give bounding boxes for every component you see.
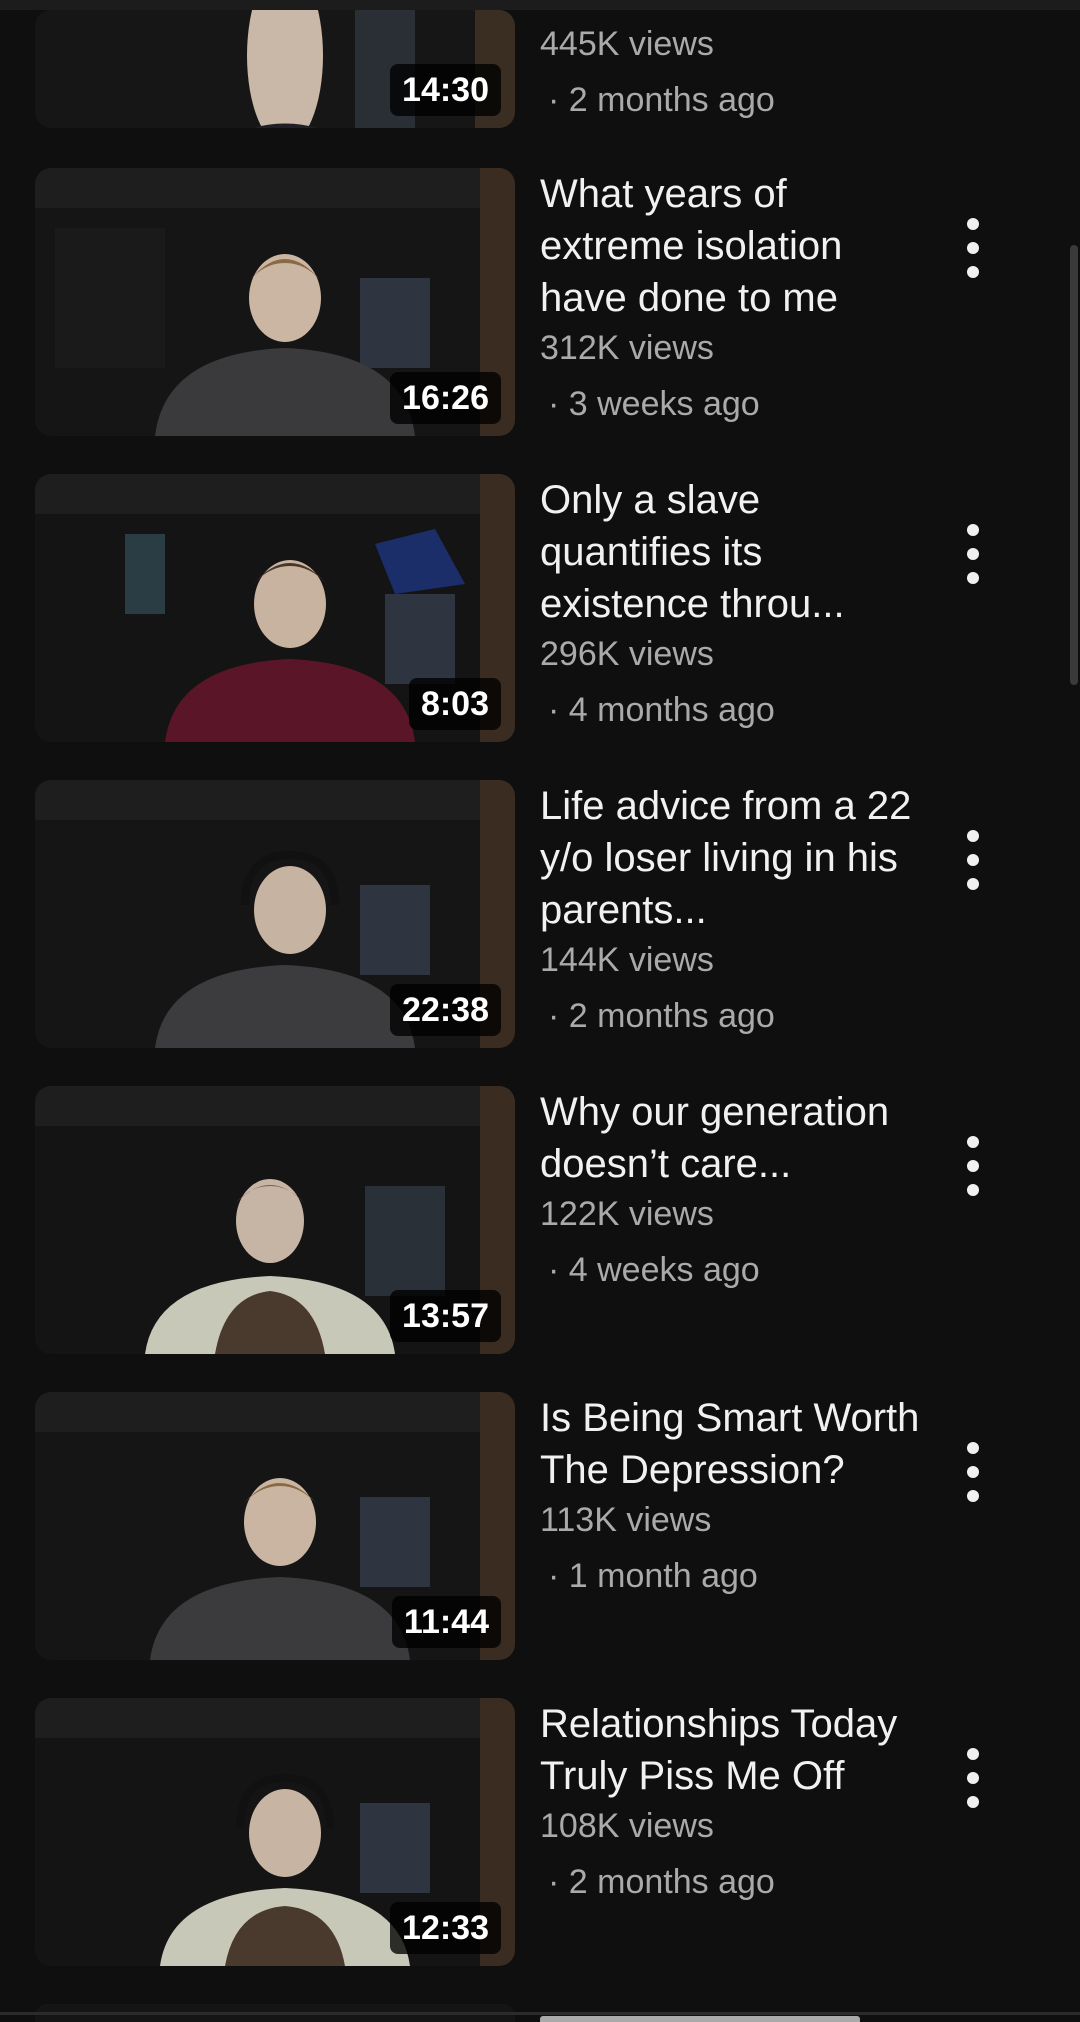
video-duration: 11:44 <box>391 1596 501 1648</box>
video-title[interactable]: Why our generation doesn’t care... <box>540 1086 920 1190</box>
video-meta: Why our generation doesn’t care... 122K … <box>540 1086 920 1292</box>
video-meta: What years of extreme isolation have don… <box>540 168 920 426</box>
video-meta: Only a slave quantifies its existence th… <box>540 474 920 732</box>
more-options-icon[interactable] <box>955 524 991 584</box>
video-thumbnail[interactable]: 22:38 <box>35 780 515 1048</box>
video-views: 144K views <box>540 941 714 979</box>
video-meta: 445K views · 2 months ago <box>540 20 920 122</box>
video-thumbnail[interactable]: 12:33 <box>35 1698 515 1966</box>
video-meta: Life advice from a 22 y/o loser living i… <box>540 780 920 1038</box>
more-options-icon[interactable] <box>955 830 991 890</box>
bottom-divider <box>0 2012 1080 2015</box>
video-row[interactable]: 8:03 Only a slave quantifies its existen… <box>0 474 1080 780</box>
video-duration: 12:33 <box>390 1902 501 1954</box>
more-options-icon[interactable] <box>955 1442 991 1502</box>
video-row[interactable]: 16:26 What years of extreme isolation ha… <box>0 168 1080 474</box>
video-views: 312K views <box>540 329 714 367</box>
video-age: · 2 months ago <box>548 81 775 119</box>
video-age: · 2 months ago <box>548 997 775 1035</box>
video-age: · 1 month ago <box>548 1557 758 1595</box>
video-duration: 22:38 <box>390 984 501 1036</box>
video-age: · 2 months ago <box>548 1863 775 1901</box>
video-thumbnail[interactable]: 16:26 <box>35 168 515 436</box>
video-duration: 8:03 <box>408 678 501 730</box>
video-thumbnail[interactable]: 13:57 <box>35 1086 515 1354</box>
video-duration: 16:26 <box>390 372 501 424</box>
video-age: · 4 weeks ago <box>548 1251 760 1289</box>
video-views: 296K views <box>540 635 714 673</box>
video-meta: Is Being Smart Worth The Depression? 113… <box>540 1392 920 1598</box>
video-thumbnail[interactable]: 11:44 <box>35 1392 515 1660</box>
video-title[interactable]: Relationships Today Truly Piss Me Off <box>540 1698 920 1802</box>
video-row[interactable]: 11:44 Is Being Smart Worth The Depressio… <box>0 1392 1080 1698</box>
video-title[interactable]: Only a slave quantifies its existence th… <box>540 474 920 630</box>
video-row[interactable]: 22:38 Life advice from a 22 y/o loser li… <box>0 780 1080 1086</box>
video-thumbnail[interactable]: 8:03 <box>35 474 515 742</box>
video-thumbnail[interactable]: 14:30 <box>35 10 515 128</box>
more-options-icon[interactable] <box>955 1748 991 1808</box>
video-title[interactable]: What years of extreme isolation have don… <box>540 168 920 324</box>
video-duration: 14:30 <box>390 64 501 116</box>
video-views: 445K views <box>540 25 714 63</box>
video-duration: 13:57 <box>390 1290 501 1342</box>
video-meta: Relationships Today Truly Piss Me Off 10… <box>540 1698 920 1904</box>
more-options-icon[interactable] <box>955 218 991 278</box>
video-row[interactable]: 13:57 Why our generation doesn’t care...… <box>0 1086 1080 1392</box>
scrollbar[interactable] <box>1070 245 1078 685</box>
video-views: 113K views <box>540 1501 712 1539</box>
video-title[interactable]: Life advice from a 22 y/o loser living i… <box>540 780 920 936</box>
video-views: 108K views <box>540 1807 714 1845</box>
video-title[interactable]: Is Being Smart Worth The Depression? <box>540 1392 920 1496</box>
video-age: · 4 months ago <box>548 691 775 729</box>
video-row[interactable]: 12:33 Relationships Today Truly Piss Me … <box>0 1698 1080 2004</box>
video-age: · 3 weeks ago <box>548 385 760 423</box>
video-row[interactable]: 14:30 445K views · 2 months ago <box>0 0 1080 166</box>
video-views: 122K views <box>540 1195 714 1233</box>
more-options-icon[interactable] <box>955 1136 991 1196</box>
